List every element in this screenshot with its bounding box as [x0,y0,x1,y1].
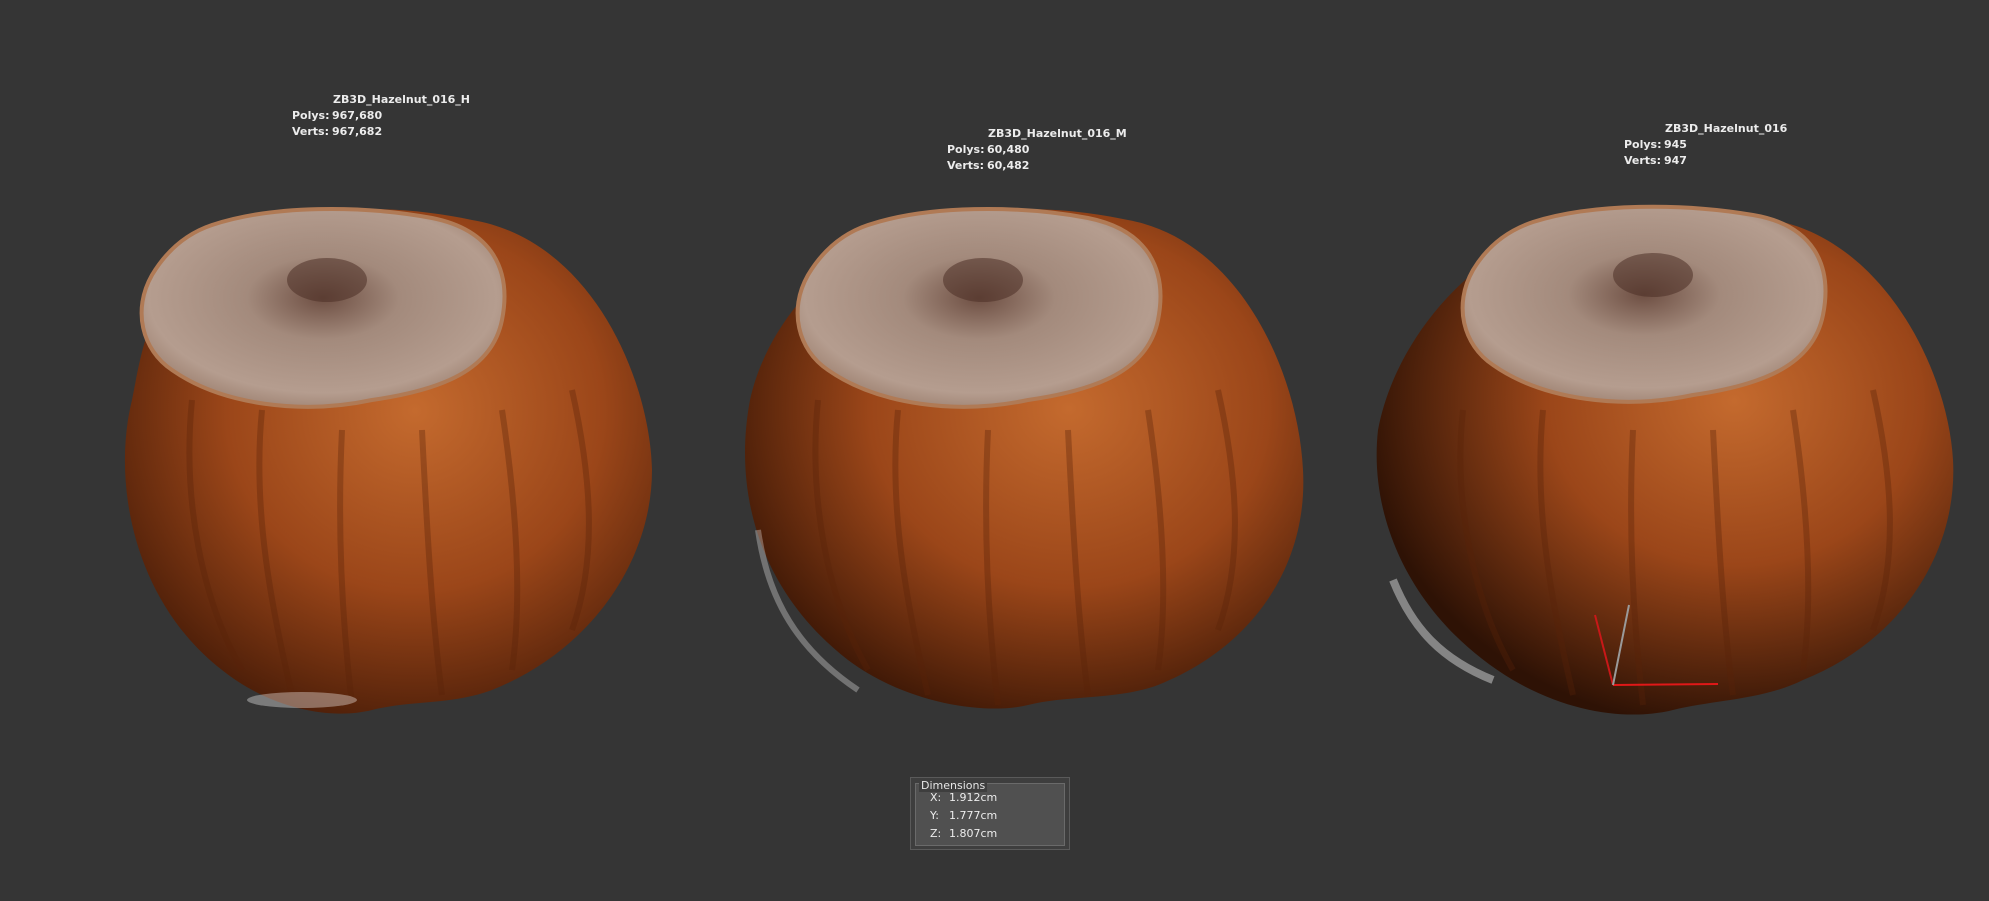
object-name: ZB3D_Hazelnut_016_H [333,93,470,106]
verts-row: Verts: 967,682 [292,124,382,140]
verts-value: 60,482 [987,159,1030,172]
polys-row: Polys: 945 [1624,137,1687,153]
verts-row: Verts: 60,482 [947,158,1029,174]
polys-label: Polys: [947,143,985,156]
hazelnut-model-medium[interactable] [738,200,1318,730]
dimensions-title: Dimensions [919,779,988,792]
polys-row: Polys: 967,680 [292,108,382,124]
dimensions-panel: X: 1.912cm Y: 1.777cm Z: 1.807cm Dimensions [910,777,1070,850]
dimension-z-label: Z: [930,827,942,840]
verts-label: Verts: [292,125,330,138]
verts-row: Verts: 947 [1624,153,1687,169]
polys-value: 945 [1664,138,1687,151]
object-name: ZB3D_Hazelnut_016_M [988,127,1127,140]
verts-label: Verts: [1624,154,1662,167]
object-name: ZB3D_Hazelnut_016 [1665,122,1788,135]
dimension-x-value: 1.912cm [949,791,998,804]
verts-label: Verts: [947,159,985,172]
dimension-y-row: Y: 1.777cm [930,809,997,822]
polys-label: Polys: [292,109,330,122]
polys-label: Polys: [1624,138,1662,151]
3d-viewport[interactable]: ZB3D_Hazelnut_016_H Polys: 967,680 Verts:… [0,0,1989,901]
dimensions-frame: X: 1.912cm Y: 1.777cm Z: 1.807cm [915,783,1065,846]
verts-value: 967,682 [332,125,383,138]
dimension-z-row: Z: 1.807cm [930,827,997,840]
polys-value: 60,480 [987,143,1030,156]
object-stats-high: ZB3D_Hazelnut_016_H Polys: 967,680 Verts:… [292,92,492,142]
dimension-x-label: X: [930,791,942,804]
object-stats-low: ZB3D_Hazelnut_016 Polys: 945 Verts: 947 [1624,121,1824,171]
polys-value: 967,680 [332,109,383,122]
polys-row: Polys: 60,480 [947,142,1029,158]
hazelnut-model-low[interactable] [1373,200,1963,730]
dimension-z-value: 1.807cm [949,827,998,840]
hazelnut-model-high[interactable] [72,200,662,730]
dimension-y-label: Y: [930,809,939,822]
cap-shape [1460,204,1828,404]
dimension-y-value: 1.777cm [949,809,998,822]
verts-value: 947 [1664,154,1687,167]
dimension-x-row: X: 1.912cm [930,791,997,804]
object-stats-medium: ZB3D_Hazelnut_016_M Polys: 60,480 Verts: 6… [947,126,1147,176]
cap-shape [795,207,1163,409]
cap-shape [139,207,507,409]
